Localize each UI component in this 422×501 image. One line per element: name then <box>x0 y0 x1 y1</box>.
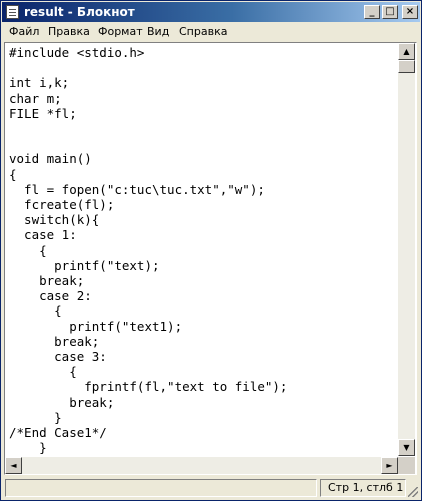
menu-file[interactable]: Файл <box>9 25 39 39</box>
scroll-down-icon[interactable]: ▼ <box>398 439 415 456</box>
menu-format[interactable]: Формат <box>98 25 143 39</box>
close-button[interactable]: × <box>402 5 418 19</box>
cursor-position: Стр 1, стлб 1 <box>320 479 406 497</box>
maximize-button[interactable]: □ <box>382 5 398 19</box>
menu-help[interactable]: Справка <box>179 25 227 39</box>
vertical-scrollbar[interactable]: ▲ ▼ <box>398 43 415 456</box>
minimize-button[interactable]: _ <box>364 5 380 19</box>
menu-bar: Файл Правка Формат Вид Справка <box>3 23 419 41</box>
scroll-right-icon[interactable]: ► <box>381 457 398 474</box>
resize-grip-icon[interactable] <box>408 487 418 497</box>
notepad-icon[interactable] <box>6 5 19 19</box>
vertical-scroll-thumb[interactable] <box>398 60 415 73</box>
window-title: result - Блокнот <box>24 5 135 19</box>
notepad-window: result - Блокнот _ □ × Файл Правка Форма… <box>0 0 422 501</box>
title-bar[interactable]: result - Блокнот _ □ × <box>2 2 420 22</box>
text-editor[interactable]: #include <stdio.h> int i,k; char m; FILE… <box>4 42 417 475</box>
status-empty-panel <box>5 479 317 497</box>
status-bar: Стр 1, стлб 1 <box>2 477 420 500</box>
menu-view[interactable]: Вид <box>147 25 169 39</box>
scroll-up-icon[interactable]: ▲ <box>398 43 415 60</box>
scroll-left-icon[interactable]: ◄ <box>5 457 22 474</box>
editor-content[interactable]: #include <stdio.h> int i,k; char m; FILE… <box>9 45 287 455</box>
horizontal-scrollbar[interactable]: ◄ ► <box>5 457 398 474</box>
scrollbar-corner <box>398 457 415 474</box>
menu-edit[interactable]: Правка <box>48 25 90 39</box>
